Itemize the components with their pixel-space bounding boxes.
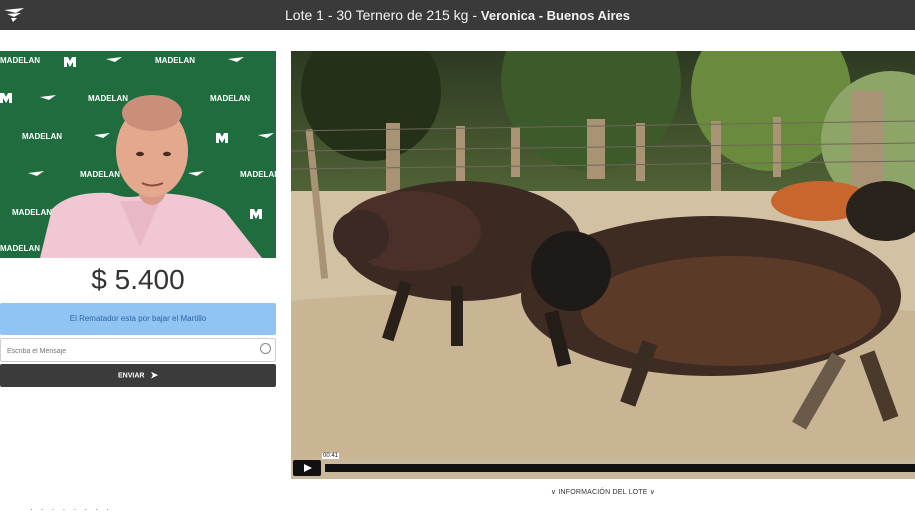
- lot-location: Veronica - Buenos Aires: [480, 8, 630, 23]
- brand-text: MADELAN: [88, 94, 128, 103]
- lot-info-toggle[interactable]: ∨ INFORMACIÓN DEL LOTE ∨: [291, 488, 915, 496]
- lot-description: Lote 1 - 30 Ternero de 215 kg -: [285, 7, 481, 23]
- message-box[interactable]: [0, 338, 276, 362]
- smile-icon[interactable]: [260, 343, 271, 354]
- brand-text: MADELAN: [240, 170, 276, 179]
- send-label: ENVIAR: [118, 372, 145, 380]
- brand-text: MADELAN: [12, 208, 52, 217]
- top-bar: Lote 1 - 30 Ternero de 215 kg - Veronica…: [0, 0, 915, 30]
- loading-dots: · · · · · · · ·: [30, 505, 112, 514]
- camera-backdrop: MADELAN MADELAN MADELAN MADELAN MADELAN …: [0, 51, 276, 258]
- play-button[interactable]: [293, 460, 321, 476]
- send-button[interactable]: ENVIAR ➤: [0, 364, 276, 387]
- auction-status-banner: El Rematador esta por bajar el Martillo: [0, 303, 276, 335]
- brand-text: MADELAN: [155, 56, 195, 65]
- lot-video-player[interactable]: 00:41: [291, 51, 915, 479]
- current-price: $ 5.400: [91, 264, 185, 295]
- video-controls: 00:41: [291, 453, 915, 479]
- send-arrow-icon: ➤: [150, 370, 158, 380]
- brand-text: MADELAN: [0, 244, 40, 253]
- lot-title: Lote 1 - 30 Ternero de 215 kg - Veronica…: [0, 0, 915, 30]
- video-frame: [291, 51, 915, 457]
- message-input[interactable]: [5, 342, 259, 360]
- brand-text: MADELAN: [0, 56, 40, 65]
- brand-text: MADELAN: [80, 170, 120, 179]
- video-time: 00:41: [322, 453, 340, 459]
- video-timeline[interactable]: [325, 464, 915, 472]
- auctioneer-camera: MADELAN MADELAN MADELAN MADELAN MADELAN …: [0, 51, 276, 258]
- brand-text: MADELAN: [210, 94, 250, 103]
- brand-text: MADELAN: [22, 132, 62, 141]
